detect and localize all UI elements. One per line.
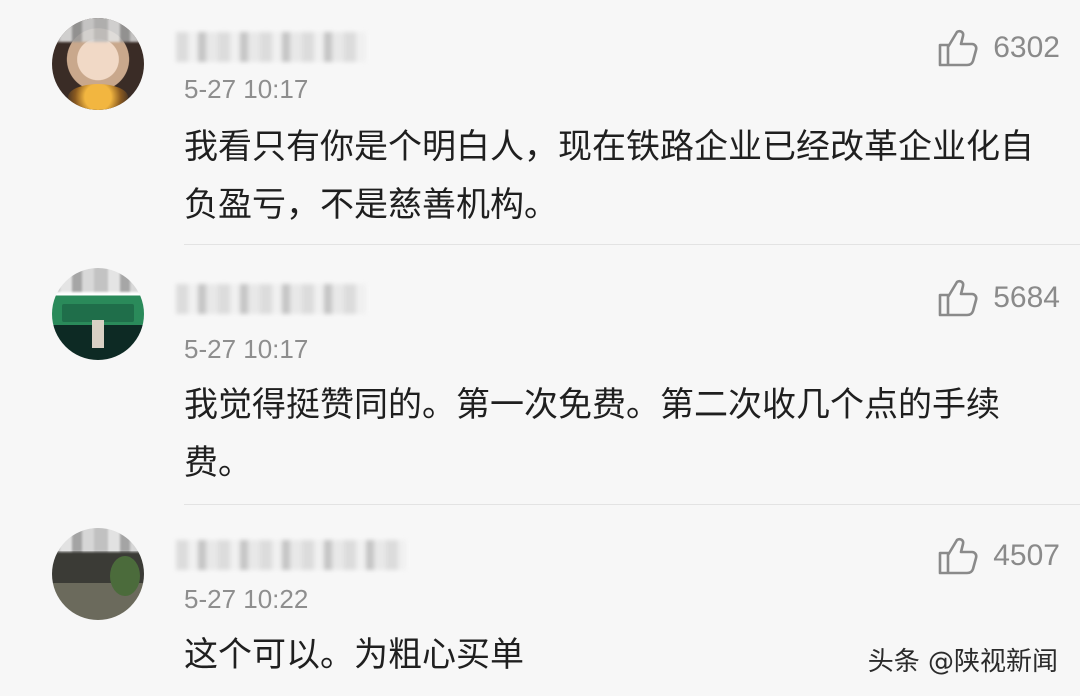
avatar[interactable] bbox=[52, 528, 144, 620]
divider bbox=[184, 504, 1080, 505]
comment-text: 我看只有你是个明白人，现在铁路企业已经改革企业化自负盈亏，不是慈善机构。 bbox=[184, 127, 1034, 225]
like-count: 4507 bbox=[993, 539, 1060, 572]
like-button[interactable]: 5684 bbox=[937, 278, 1060, 318]
like-button[interactable]: 4507 bbox=[937, 536, 1060, 576]
avatar[interactable] bbox=[52, 268, 144, 360]
comment-time: 5-27 10:22 bbox=[184, 584, 309, 614]
username-blurred[interactable] bbox=[176, 32, 366, 62]
thumbs-up-icon bbox=[937, 278, 979, 318]
like-count: 6302 bbox=[993, 31, 1060, 64]
divider bbox=[184, 244, 1080, 245]
thumbs-up-icon bbox=[937, 28, 979, 68]
comment-time: 5-27 10:17 bbox=[184, 334, 309, 364]
thumbs-up-icon bbox=[937, 536, 979, 576]
watermark: 头条 @陕视新闻 bbox=[867, 647, 1058, 677]
like-button[interactable]: 6302 bbox=[937, 28, 1060, 68]
username-blurred[interactable] bbox=[176, 540, 406, 570]
username-blurred[interactable] bbox=[176, 284, 366, 314]
like-count: 5684 bbox=[993, 281, 1060, 314]
comment-time: 5-27 10:17 bbox=[184, 74, 309, 104]
avatar[interactable] bbox=[52, 18, 144, 110]
comment-text: 我觉得挺赞同的。第一次免费。第二次收几个点的手续费。 bbox=[184, 385, 1000, 483]
